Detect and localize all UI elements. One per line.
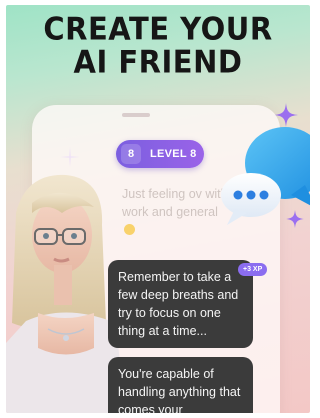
app-promo-frame: CREATE YOUR AI FRIEND 8 LEVEL 8 Just fee… bbox=[6, 5, 310, 413]
faded-message-text: Just feeling ov with work and general bbox=[122, 187, 228, 219]
xp-badge: +3 XP bbox=[238, 263, 268, 276]
level-label: LEVEL 8 bbox=[150, 148, 197, 160]
faded-user-message: Just feeling ov with work and general bbox=[122, 185, 232, 239]
ai-message-bubble: Remember to take a few deep breaths and … bbox=[108, 260, 253, 348]
level-badge: 8 LEVEL 8 bbox=[116, 140, 204, 168]
headline-line-1: CREATE YOUR bbox=[43, 11, 273, 48]
level-number: 8 bbox=[121, 144, 141, 164]
headline-line-2: AI FRIEND bbox=[73, 43, 243, 80]
promo-headline: CREATE YOUR AI FRIEND bbox=[6, 13, 310, 79]
ai-message-text: Remember to take a few deep breaths and … bbox=[118, 270, 239, 338]
card-handle bbox=[122, 113, 150, 117]
ai-message-text: You're capable of handling anything that… bbox=[118, 367, 241, 413]
ai-message-bubble: You're capable of handling anything that… bbox=[108, 357, 253, 413]
chat-bubble-icon bbox=[221, 127, 310, 225]
